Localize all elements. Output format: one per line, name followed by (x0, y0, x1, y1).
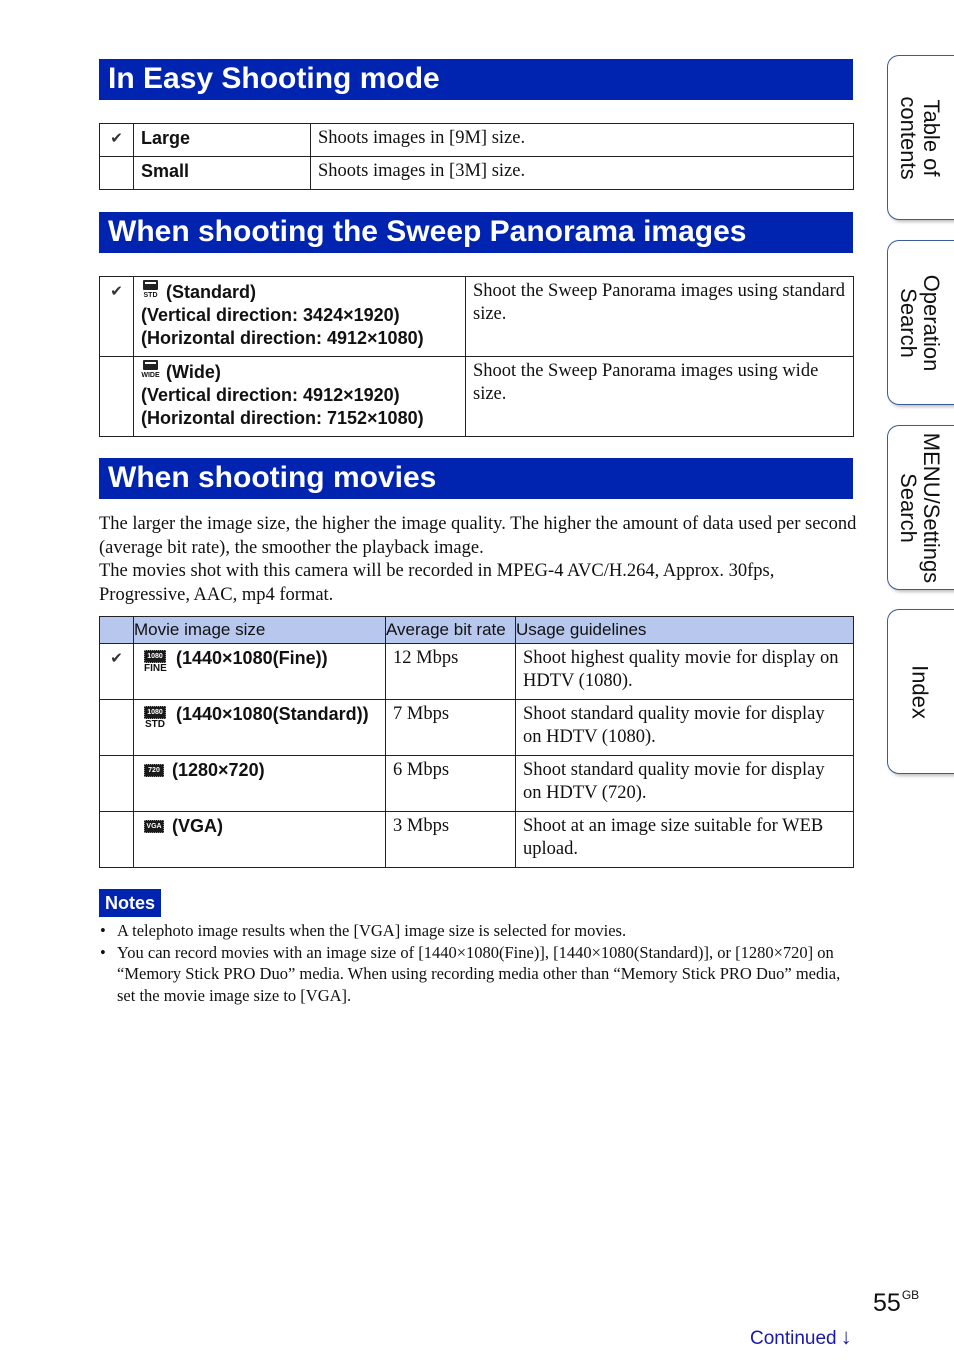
side-tab-table-of-contents[interactable]: Table of contents (887, 55, 954, 220)
panorama-vertical: (Vertical direction: 4912×1920) (141, 385, 400, 405)
movie-vga-icon: VGA (144, 820, 164, 833)
side-tab-label: Table of contents (896, 95, 944, 180)
bullet-icon: • (100, 942, 106, 962)
empty-check-cell (99, 811, 134, 868)
option-label: Large (133, 123, 311, 157)
usage-text: Shoot standard quality movie for display… (515, 699, 854, 756)
movie-size-cell: 1080 STD (1440×1080(Standard)) (133, 699, 386, 756)
usage-text: Shoot at an image size suitable for WEB … (515, 811, 854, 868)
bit-rate-value: 6 Mbps (385, 755, 516, 812)
section-heading-easy-shooting: In Easy Shooting mode (99, 59, 853, 100)
side-tab-menu-settings-search[interactable]: MENU/Settings Search (887, 425, 954, 590)
page-suffix: GB (901, 1288, 920, 1302)
empty-check-cell (99, 356, 134, 437)
side-tab-operation-search[interactable]: Operation Search (887, 240, 954, 405)
movie-size-cell: 1080 FINE (1440×1080(Fine)) (133, 643, 386, 700)
panorama-description: Shoot the Sweep Panorama images using st… (465, 276, 854, 357)
default-check-cell: ✔ (99, 643, 134, 700)
sweep-panorama-table: ✔ STD (Standard) (Vertical direction: 342… (99, 276, 854, 437)
column-header-usage: Usage guidelines (515, 616, 854, 644)
side-tab-label: MENU/Settings Search (896, 432, 944, 583)
note-item: • A telephoto image results when the [VGA… (99, 920, 859, 942)
side-tab-label: Index (907, 664, 933, 719)
continued-label: Continued (750, 1328, 837, 1349)
check-icon: ✔ (110, 131, 123, 147)
column-header-bit-rate: Average bit rate (385, 616, 516, 644)
panorama-horizontal: (Horizontal direction: 4912×1080) (141, 328, 424, 348)
usage-text: Shoot standard quality movie for display… (515, 755, 854, 812)
notes-list: • A telephoto image results when the [VGA… (99, 920, 859, 1006)
panorama-wide-icon: WIDE (141, 360, 160, 380)
table-row: Small Shoots images in [3M] size. (99, 156, 854, 190)
section-heading-movies: When shooting movies (99, 458, 853, 499)
option-description: Shoots images in [3M] size. (310, 156, 854, 190)
check-icon: ✔ (110, 651, 123, 667)
usage-text: Shoot highest quality movie for display … (515, 643, 854, 700)
panorama-size-cell: STD (Standard) (Vertical direction: 3424×… (133, 276, 466, 357)
empty-check-cell (99, 699, 134, 756)
side-tab-label: Operation Search (896, 274, 944, 371)
default-check-cell: ✔ (99, 123, 134, 157)
bit-rate-value: 7 Mbps (385, 699, 516, 756)
panorama-size-name: (Standard) (166, 282, 256, 302)
bit-rate-value: 3 Mbps (385, 811, 516, 868)
movie-size-label: (VGA) (172, 816, 223, 836)
note-item: • You can record movies with an image siz… (99, 942, 859, 1007)
panorama-standard-icon: STD (141, 280, 160, 300)
continued-link[interactable]: Continued ↓ (750, 1324, 852, 1350)
empty-check-cell (99, 156, 134, 190)
empty-check-cell (99, 755, 134, 812)
panorama-horizontal: (Horizontal direction: 7152×1080) (141, 408, 424, 428)
panorama-size-name: (Wide) (166, 362, 221, 382)
table-row: ✔ 1080 FINE (1440×1080(Fine)) 12 Mbps Shoo… (99, 643, 854, 700)
option-description: Shoots images in [9M] size. (310, 123, 854, 157)
panorama-description: Shoot the Sweep Panorama images using wi… (465, 356, 854, 437)
page-number: 55GB (873, 1288, 919, 1318)
notes-badge: Notes (99, 889, 162, 917)
movie-size-table: Movie image size Average bit rate Usage … (99, 616, 854, 868)
table-row: 720 (1280×720) 6 Mbps Shoot standard qual… (99, 755, 854, 812)
table-header-row: Movie image size Average bit rate Usage … (99, 616, 854, 644)
movie-1080-std-icon: 1080 STD (144, 706, 166, 730)
movies-intro-paragraph-1: The larger the image size, the higher th… (99, 514, 857, 558)
column-header-movie-size: Movie image size (133, 616, 386, 644)
arrow-down-icon: ↓ (840, 1324, 852, 1349)
table-row: ✔ STD (Standard) (Vertical direction: 342… (99, 276, 854, 357)
section-heading-sweep-panorama: When shooting the Sweep Panorama images (99, 212, 853, 253)
page-number-value: 55 (873, 1289, 901, 1317)
table-row: 1080 STD (1440×1080(Standard)) 7 Mbps Shoo… (99, 699, 854, 756)
table-row: WIDE (Wide) (Vertical direction: 4912×192… (99, 356, 854, 437)
movie-size-label: (1440×1080(Fine)) (176, 648, 328, 668)
movie-size-cell: VGA (VGA) (133, 811, 386, 868)
table-row: ✔ Large Shoots images in [9M] size. (99, 123, 854, 157)
movie-1080-fine-icon: 1080 FINE (144, 650, 167, 674)
movie-size-cell: 720 (1280×720) (133, 755, 386, 812)
note-text: A telephoto image results when the [VGA]… (117, 921, 627, 940)
default-check-cell: ✔ (99, 276, 134, 357)
header-check-cell (99, 616, 134, 644)
panorama-vertical: (Vertical direction: 3424×1920) (141, 305, 400, 325)
side-tab-index[interactable]: Index (887, 609, 954, 774)
bullet-icon: • (100, 921, 106, 940)
movie-size-label: (1280×720) (172, 760, 265, 780)
bit-rate-value: 12 Mbps (385, 643, 516, 700)
easy-shooting-table: ✔ Large Shoots images in [9M] size. Smal… (99, 123, 854, 190)
note-text: You can record movies with an image size… (117, 942, 841, 1005)
panorama-size-cell: WIDE (Wide) (Vertical direction: 4912×192… (133, 356, 466, 437)
movie-size-label: (1440×1080(Standard)) (176, 704, 369, 724)
movie-720-icon: 720 (144, 764, 164, 777)
check-icon: ✔ (110, 284, 123, 300)
table-row: VGA (VGA) 3 Mbps Shoot at an image size s… (99, 811, 854, 868)
movies-intro-paragraph-2: The movies shot with this camera will be… (99, 561, 775, 605)
option-label: Small (133, 156, 311, 190)
